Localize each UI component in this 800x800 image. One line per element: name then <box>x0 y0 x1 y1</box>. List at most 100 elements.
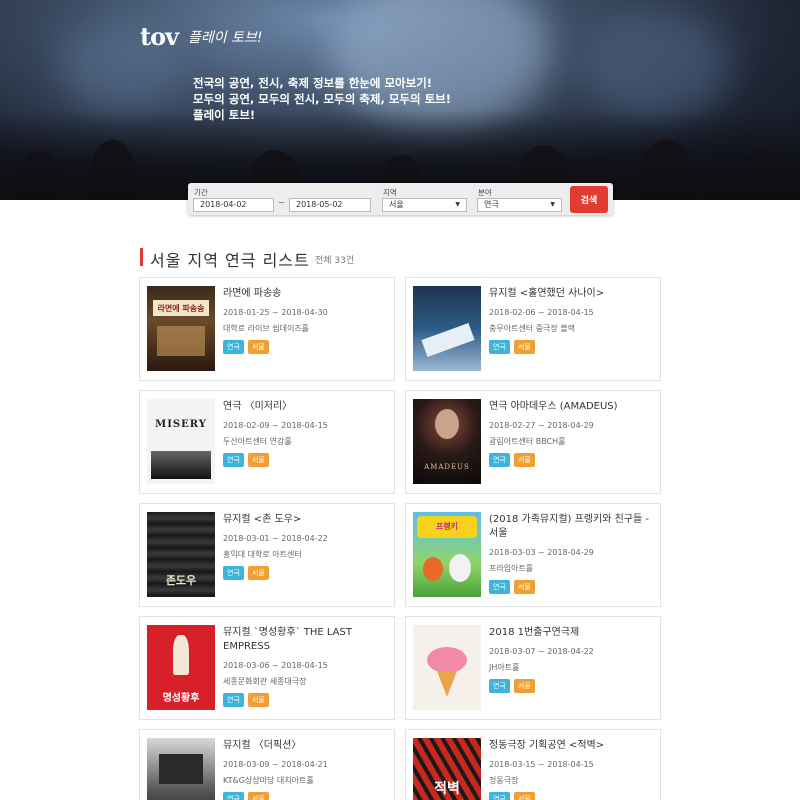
genre-badge[interactable]: 연극 <box>223 693 244 707</box>
event-date: 2018-02-27 ~ 2018-04-29 <box>489 421 594 430</box>
poster-title: 프렝키 <box>435 521 459 531</box>
event-title[interactable]: 정동극장 기획공연 <적벽> <box>489 739 654 753</box>
genre-badge[interactable]: 연극 <box>223 566 244 580</box>
event-venue: JH아트홀 <box>489 663 520 672</box>
genre-badge[interactable]: 연극 <box>223 453 244 467</box>
hero-copy-line: 모두의 공연, 모두의 전시, 모두의 축제, 모두의 토브! <box>193 92 451 106</box>
region-badge[interactable]: 서울 <box>513 453 535 467</box>
section-title: 서울 지역 연극 리스트 <box>150 251 310 270</box>
event-date: 2018-01-25 ~ 2018-04-30 <box>223 308 328 317</box>
category-select[interactable]: 연극 ▼ <box>477 198 562 212</box>
poster-title: 라면에 파송송 <box>157 303 205 313</box>
poster-image <box>413 286 481 371</box>
event-venue: 프라임아트홀 <box>489 564 534 573</box>
genre-badge[interactable]: 연극 <box>489 679 510 693</box>
event-card[interactable]: 라면에 파송송 라면에 파송송 2018-01-25 ~ 2018-04-30 … <box>139 277 395 381</box>
event-title[interactable]: 연극 아마데우스 (AMADEUS) <box>489 400 654 414</box>
event-card[interactable]: AMADEUS 연극 아마데우스 (AMADEUS) 2018-02-27 ~ … <box>405 390 661 494</box>
event-date: 2018-03-15 ~ 2018-04-15 <box>489 760 594 769</box>
region-select-value: 서울 <box>389 200 404 209</box>
date-range-separator: ~ <box>278 198 285 207</box>
hero-copy-line: 플레이 토브! <box>193 108 256 122</box>
logo-text: 플레이 토브! <box>188 29 263 46</box>
start-date-input[interactable]: 2018-04-02 <box>193 198 274 212</box>
event-date: 2018-03-09 ~ 2018-04-21 <box>223 760 328 769</box>
logo-mark: tov <box>140 22 179 51</box>
poster-title: MISERY <box>155 419 207 430</box>
event-title[interactable]: 뮤지컬 〈더픽션〉 <box>223 739 388 753</box>
genre-badge[interactable]: 연극 <box>489 792 510 800</box>
region-badge[interactable]: 서울 <box>513 580 535 594</box>
event-venue: 정동극장 <box>489 776 519 785</box>
poster-title: 적벽 <box>434 781 460 797</box>
hero-copy-line: 전국의 공연, 전시, 축제 정보를 한눈에 모아보기! <box>193 76 433 90</box>
event-title[interactable]: 라면에 파송송 <box>223 287 388 301</box>
region-badge[interactable]: 서울 <box>247 566 269 580</box>
event-card[interactable]: 2018 1번출구연극제 2018-03-07 ~ 2018-04-22 JH아… <box>405 616 661 720</box>
event-title[interactable]: 뮤지컬 <존 도우> <box>223 513 388 527</box>
event-venue: KT&G상상마당 대치아트홀 <box>223 776 314 785</box>
event-date: 2018-02-09 ~ 2018-04-15 <box>223 421 328 430</box>
event-card[interactable]: 뮤지컬 <홀연했던 사나이> 2018-02-06 ~ 2018-04-15 충… <box>405 277 661 381</box>
region-badge[interactable]: 서울 <box>247 792 269 800</box>
genre-badge[interactable]: 연극 <box>489 580 510 594</box>
site-logo[interactable]: tov 플레이 토브! <box>140 22 263 51</box>
region-badge[interactable]: 서울 <box>513 792 535 800</box>
event-title[interactable]: 연극 〈미저리〉 <box>223 400 388 414</box>
chevron-down-icon: ▼ <box>455 201 460 208</box>
poster-image: 존도우 <box>147 512 215 597</box>
region-label: 지역 <box>383 188 397 197</box>
event-date: 2018-03-03 ~ 2018-04-29 <box>489 548 594 557</box>
region-badge[interactable]: 서울 <box>513 340 535 354</box>
poster-image: AMADEUS <box>413 399 481 484</box>
hero-copy: 전국의 공연, 전시, 축제 정보를 한눈에 모아보기! 모두의 공연, 모두의… <box>193 75 451 123</box>
poster-image: 명성황후 <box>147 625 215 710</box>
event-date: 2018-03-06 ~ 2018-04-15 <box>223 661 328 670</box>
region-badge[interactable]: 서울 <box>247 340 269 354</box>
region-select[interactable]: 서울 ▼ <box>382 198 467 212</box>
genre-badge[interactable]: 연극 <box>223 792 244 800</box>
poster-title: AMADEUS <box>424 463 470 471</box>
region-badge[interactable]: 서울 <box>247 453 269 467</box>
event-venue: 충무아트센터 중극장 블랙 <box>489 324 576 333</box>
event-card[interactable]: 프렝키 (2018 가족뮤지컬) 프렝키와 친구들 - 서울 2018-03-0… <box>405 503 661 607</box>
event-date: 2018-02-06 ~ 2018-04-15 <box>489 308 594 317</box>
event-venue: 광림아트센터 BBCH홀 <box>489 437 566 446</box>
genre-badge[interactable]: 연극 <box>489 453 510 467</box>
poster-image: 적벽 <box>413 738 481 800</box>
event-date: 2018-03-07 ~ 2018-04-22 <box>489 647 594 656</box>
chevron-down-icon: ▼ <box>550 201 555 208</box>
genre-badge[interactable]: 연극 <box>223 340 244 354</box>
region-badge[interactable]: 서울 <box>513 679 535 693</box>
event-venue: 대학로 라이브 씸데이즈홀 <box>223 324 310 333</box>
poster-image: 프렝키 <box>413 512 481 597</box>
event-card[interactable]: 뮤지컬 〈더픽션〉 2018-03-09 ~ 2018-04-21 KT&G상상… <box>139 729 395 800</box>
event-card[interactable]: 적벽 정동극장 기획공연 <적벽> 2018-03-15 ~ 2018-04-1… <box>405 729 661 800</box>
search-panel: 기간 2018-04-02 ~ 2018-05-02 지역 서울 ▼ 분야 연극… <box>188 183 613 215</box>
poster-image <box>413 625 481 710</box>
end-date-input[interactable]: 2018-05-02 <box>289 198 371 212</box>
poster-title: 존도우 <box>165 574 197 587</box>
event-title[interactable]: (2018 가족뮤지컬) 프렝키와 친구들 - 서울 <box>489 513 654 541</box>
event-venue: 홍익대 대학로 아트센터 <box>223 550 302 559</box>
event-venue: 세종문화회관 세종대극장 <box>223 677 307 686</box>
event-card[interactable]: 존도우 뮤지컬 <존 도우> 2018-03-01 ~ 2018-04-22 홍… <box>139 503 395 607</box>
event-card[interactable]: 명성황후 뮤지컬 `명성황후` THE LAST EMPRESS 2018-03… <box>139 616 395 720</box>
category-select-value: 연극 <box>484 200 499 209</box>
category-label: 분야 <box>478 188 492 197</box>
event-title[interactable]: 뮤지컬 <홀연했던 사나이> <box>489 287 654 301</box>
event-card[interactable]: MISERY 연극 〈미저리〉 2018-02-09 ~ 2018-04-15 … <box>139 390 395 494</box>
event-title[interactable]: 뮤지컬 `명성황후` THE LAST EMPRESS <box>223 626 388 654</box>
event-date: 2018-03-01 ~ 2018-04-22 <box>223 534 328 543</box>
event-title[interactable]: 2018 1번출구연극제 <box>489 626 654 640</box>
region-badge[interactable]: 서울 <box>247 693 269 707</box>
poster-title: 명성황후 <box>162 693 200 704</box>
event-venue: 두산아트센터 연강홀 <box>223 437 292 446</box>
section-accent-bar <box>140 248 143 266</box>
poster-image: MISERY <box>147 399 215 484</box>
result-count: 전체 33건 <box>315 256 355 266</box>
poster-image: 라면에 파송송 <box>147 286 215 371</box>
genre-badge[interactable]: 연극 <box>489 340 510 354</box>
poster-image <box>147 738 215 800</box>
search-button[interactable]: 검색 <box>570 186 608 213</box>
